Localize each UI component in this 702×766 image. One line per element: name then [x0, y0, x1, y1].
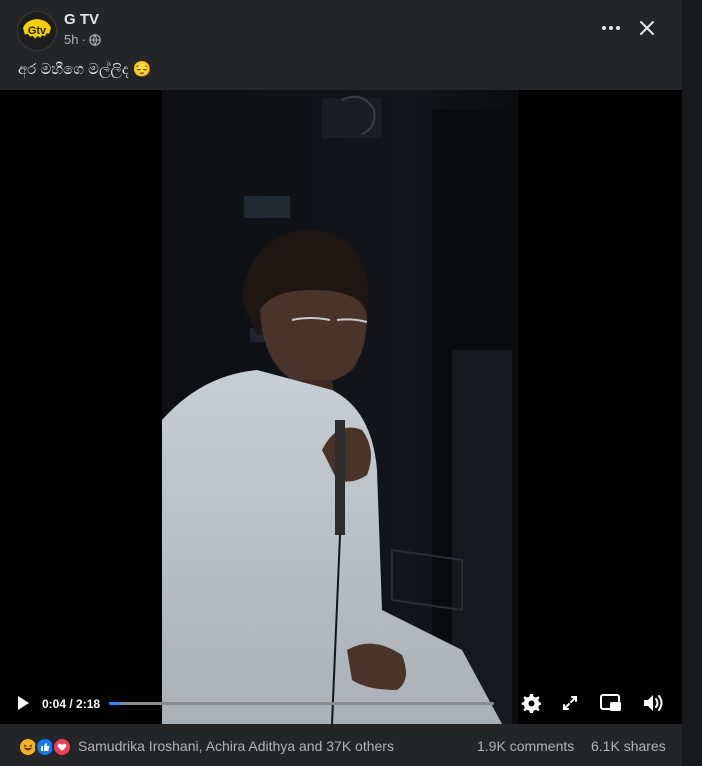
- video-still: [162, 90, 519, 724]
- love-icon: [52, 737, 72, 757]
- more-icon: [602, 26, 620, 30]
- volume-icon: [644, 695, 663, 711]
- video-frame: [162, 90, 519, 724]
- post-footer: Samudrika Iroshani, Achira Adithya and 3…: [0, 724, 682, 766]
- page-gutter: [682, 0, 702, 766]
- progress-bar[interactable]: [109, 702, 494, 705]
- video-player[interactable]: 0:04 / 2:18: [0, 90, 682, 724]
- expand-icon: [563, 696, 577, 710]
- more-options-button[interactable]: [596, 18, 626, 38]
- svg-text:Gtv: Gtv: [28, 25, 47, 37]
- shares-count[interactable]: 6.1K shares: [591, 738, 666, 754]
- meta-separator: ·: [81, 32, 86, 47]
- pip-icon: [600, 694, 621, 711]
- comments-count[interactable]: 1.9K comments: [477, 738, 574, 754]
- progress-fill: [109, 702, 121, 705]
- volume-button[interactable]: [642, 692, 666, 714]
- post-dialog: Gtv G TV 5h · අර මහීගෙ මල්ලිද 😔 0:04 / 2…: [0, 0, 682, 766]
- globe-icon: [89, 33, 101, 46]
- post-caption: අර මහීගෙ මල්ලිද 😔: [18, 61, 152, 78]
- settings-button[interactable]: [519, 691, 543, 715]
- reactors-text[interactable]: Samudrika Iroshani, Achira Adithya and 3…: [78, 738, 394, 754]
- reaction-icons[interactable]: [18, 737, 72, 757]
- post-meta: 5h ·: [64, 32, 101, 47]
- gear-icon: [521, 694, 541, 713]
- video-controls: 0:04 / 2:18: [0, 684, 682, 724]
- fullscreen-button[interactable]: [559, 692, 581, 714]
- time-display: 0:04 / 2:18: [42, 697, 101, 711]
- play-icon: [18, 696, 29, 710]
- post-time[interactable]: 5h: [64, 32, 78, 47]
- post-header: Gtv G TV 5h · අර මහීගෙ මල්ලිද 😔: [0, 0, 682, 90]
- close-icon: [640, 21, 654, 35]
- close-button[interactable]: [633, 14, 661, 42]
- play-button[interactable]: [12, 692, 34, 714]
- picture-in-picture-button[interactable]: [599, 692, 623, 714]
- page-avatar[interactable]: Gtv: [17, 11, 57, 51]
- page-name[interactable]: G TV: [64, 11, 99, 28]
